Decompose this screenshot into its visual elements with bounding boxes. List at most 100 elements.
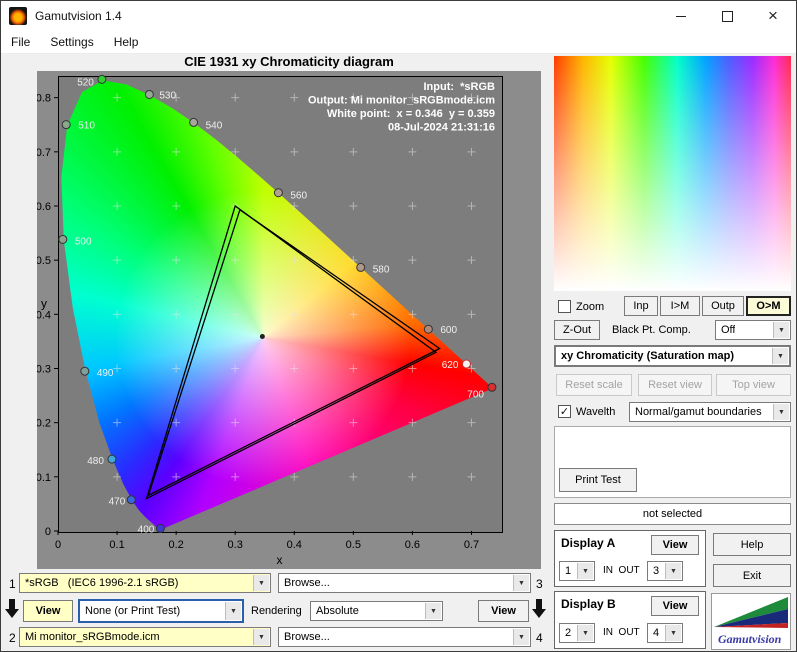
- display-a-title: Display A: [561, 536, 615, 550]
- y-tick-label: 0.1: [37, 472, 51, 484]
- app-window: Gamutvision 1.4 × File Settings Help CIE…: [0, 0, 797, 652]
- status-field: not selected: [554, 503, 791, 525]
- wavelth-mode-select[interactable]: Normal/gamut boundaries ▼: [629, 402, 791, 422]
- maximize-icon: [722, 11, 733, 22]
- chevron-down-icon: ▼: [225, 602, 241, 620]
- y-tick-label: 0.4: [37, 309, 51, 321]
- chevron-down-icon: ▼: [665, 625, 681, 641]
- output-profile-select[interactable]: Mi monitor_sRGBmode.icm ▼: [19, 627, 271, 647]
- chevron-down-icon: ▼: [577, 563, 593, 579]
- window-title: Gamutvision 1.4: [35, 9, 122, 23]
- x-tick-label: 0: [55, 539, 61, 551]
- chevron-down-icon: ▼: [425, 603, 441, 619]
- top-view-button: Top view: [716, 374, 791, 396]
- menu-settings[interactable]: Settings: [40, 31, 103, 53]
- y-axis-label: y: [41, 297, 47, 311]
- display-b-inout-label: IN OUT: [603, 627, 640, 638]
- slot-3-label: 3: [536, 577, 543, 591]
- z-out-button[interactable]: Z-Out: [554, 320, 600, 340]
- display-b-out-select[interactable]: 4 ▼: [647, 623, 683, 643]
- y-tick-label: 0.7: [37, 147, 51, 159]
- chevron-down-icon: ▼: [772, 348, 788, 364]
- y-tick-label: 0.8: [37, 93, 51, 105]
- app-icon: [9, 7, 27, 25]
- rendering-intent-select[interactable]: Absolute ▼: [310, 601, 443, 621]
- exit-button[interactable]: Exit: [713, 564, 791, 587]
- y-tick-label: 0.3: [37, 364, 51, 376]
- close-button[interactable]: ×: [750, 1, 796, 31]
- display-b-view-button[interactable]: View: [651, 596, 699, 616]
- zoom-checkbox[interactable]: [558, 300, 571, 313]
- title-bar: Gamutvision 1.4 ×: [1, 1, 796, 31]
- display-b-in-select[interactable]: 2 ▼: [559, 623, 595, 643]
- view-right-button[interactable]: View: [478, 600, 529, 622]
- down-arrow-icon: [531, 599, 547, 619]
- browse-input-select[interactable]: Browse... ▼: [278, 573, 531, 593]
- x-tick-label: 0.2: [168, 539, 183, 551]
- slot-1-label: 1: [9, 577, 16, 591]
- gamutvision-logo: Gamutvision: [711, 593, 791, 650]
- display-a-inout-label: IN OUT: [603, 565, 640, 576]
- chevron-down-icon: ▼: [577, 625, 593, 641]
- minimize-button[interactable]: [658, 1, 704, 31]
- y-tick-label: 0.6: [37, 201, 51, 213]
- input-profile-select[interactable]: *sRGB (IEC6 1996-2.1 sRGB) ▼: [19, 573, 271, 593]
- browse-output-select[interactable]: Browse... ▼: [278, 627, 531, 647]
- menu-file[interactable]: File: [1, 31, 40, 53]
- chevron-down-icon: ▼: [253, 629, 269, 645]
- chevron-down-icon: ▼: [773, 322, 789, 338]
- print-test-pattern-select[interactable]: None (or Print Test) ▼: [78, 599, 244, 623]
- chevron-down-icon: ▼: [513, 629, 529, 645]
- outp-button[interactable]: Outp: [702, 296, 744, 316]
- display-a-group: Display A View 1 ▼ IN OUT 3 ▼: [554, 530, 706, 587]
- menu-help[interactable]: Help: [104, 31, 149, 53]
- x-axis-label: x: [277, 553, 283, 567]
- slot-2-label: 2: [9, 631, 16, 645]
- display-b-title: Display B: [561, 597, 616, 611]
- down-arrow-icon: [4, 599, 20, 619]
- wavelth-label: Wavelth: [576, 406, 615, 418]
- black-pt-label: Black Pt. Comp.: [612, 324, 691, 336]
- chromaticity-horseshoe: [59, 77, 502, 532]
- black-pt-select[interactable]: Off ▼: [715, 320, 791, 340]
- minimize-icon: [676, 15, 686, 17]
- menu-bar: File Settings Help: [1, 31, 796, 54]
- help-button[interactable]: Help: [713, 533, 791, 556]
- x-tick-label: 0.6: [405, 539, 420, 551]
- view-left-button[interactable]: View: [23, 600, 73, 622]
- inp-button[interactable]: Inp: [624, 296, 658, 316]
- saturation-map-preview: [554, 56, 791, 291]
- display-a-out-select[interactable]: 3 ▼: [647, 561, 683, 581]
- reset-view-button: Reset view: [638, 374, 712, 396]
- chart-figure: 00.10.20.30.40.50.60.700.10.20.30.40.50.…: [37, 71, 541, 569]
- y-tick-label: 0: [45, 526, 51, 538]
- y-tick-label: 0.2: [37, 418, 51, 430]
- logo-graphic: Gamutvision: [712, 594, 790, 649]
- maximize-button[interactable]: [704, 1, 750, 31]
- x-tick-label: 0.1: [109, 539, 124, 551]
- close-icon: ×: [768, 6, 778, 26]
- chevron-down-icon: ▼: [253, 575, 269, 591]
- y-tick-label: 0.5: [37, 255, 51, 267]
- slot-4-label: 4: [536, 631, 543, 645]
- print-test-button[interactable]: Print Test: [559, 468, 637, 492]
- display-a-in-select[interactable]: 1 ▼: [559, 561, 595, 581]
- chevron-down-icon: ▼: [665, 563, 681, 579]
- chart-plot-area[interactable]: [58, 76, 503, 533]
- display-a-view-button[interactable]: View: [651, 535, 699, 555]
- i-to-m-button[interactable]: I>M: [660, 296, 700, 316]
- zoom-label: Zoom: [576, 301, 604, 313]
- view-mode-select[interactable]: xy Chromaticity (Saturation map) ▼: [554, 345, 791, 367]
- chevron-down-icon: ▼: [773, 404, 789, 420]
- x-tick-label: 0.5: [346, 539, 361, 551]
- o-to-m-button[interactable]: O>M: [746, 296, 791, 316]
- chevron-down-icon: ▼: [513, 575, 529, 591]
- display-b-group: Display B View 2 ▼ IN OUT 4 ▼: [554, 591, 706, 649]
- reset-scale-button: Reset scale: [556, 374, 632, 396]
- logo-text: Gamutvision: [718, 632, 782, 646]
- chart-title: CIE 1931 xy Chromaticity diagram: [37, 54, 541, 69]
- wavelth-checkbox[interactable]: ✓: [558, 405, 571, 418]
- rendering-label: Rendering: [251, 605, 302, 617]
- x-tick-label: 0.7: [464, 539, 479, 551]
- x-tick-label: 0.3: [228, 539, 243, 551]
